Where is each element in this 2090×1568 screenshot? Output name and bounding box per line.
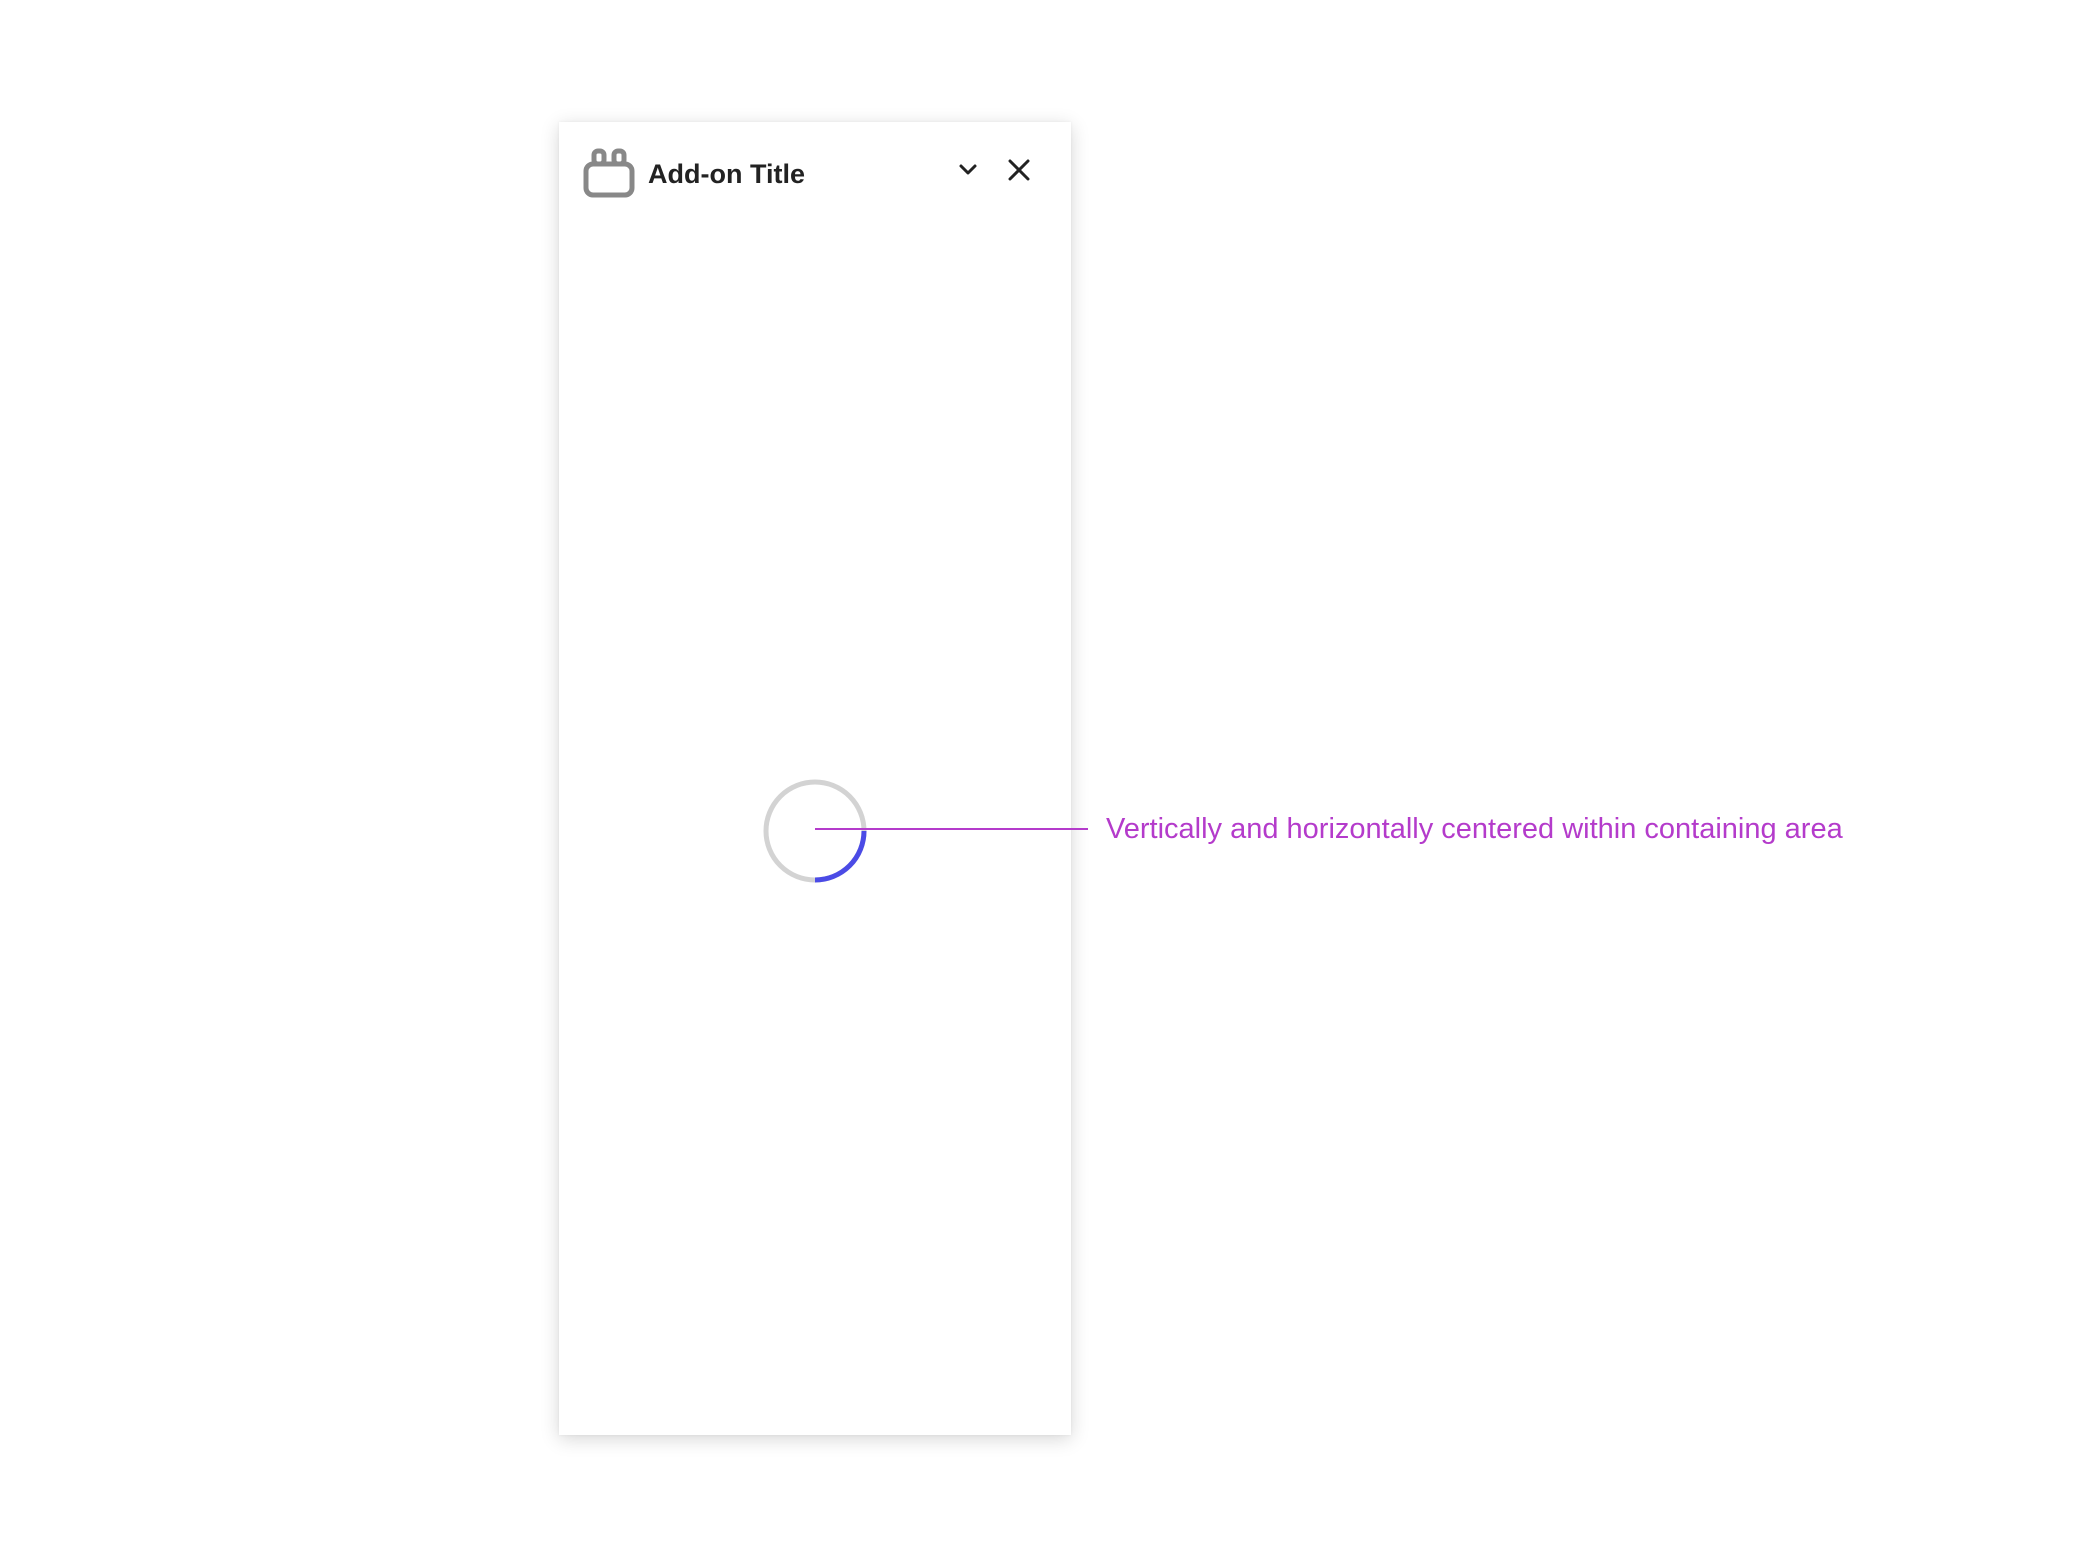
spinner-fill — [814, 830, 867, 883]
chevron-down-icon — [958, 163, 978, 182]
canvas: Add-on Title Vertically and horizontally… — [0, 0, 2090, 1568]
annotation-leader-line — [815, 828, 1088, 830]
close-button[interactable] — [999, 152, 1039, 192]
addon-panel: Add-on Title — [559, 122, 1071, 1435]
panel-header: Add-on Title — [559, 122, 1071, 228]
close-icon — [1007, 158, 1031, 187]
panel-title: Add-on Title — [648, 159, 805, 189]
annotation-label: Vertically and horizontally centered wit… — [1106, 813, 1843, 845]
collapse-button[interactable] — [948, 152, 988, 192]
addon-plugin-icon — [583, 148, 635, 198]
loading-spinner — [762, 778, 868, 884]
